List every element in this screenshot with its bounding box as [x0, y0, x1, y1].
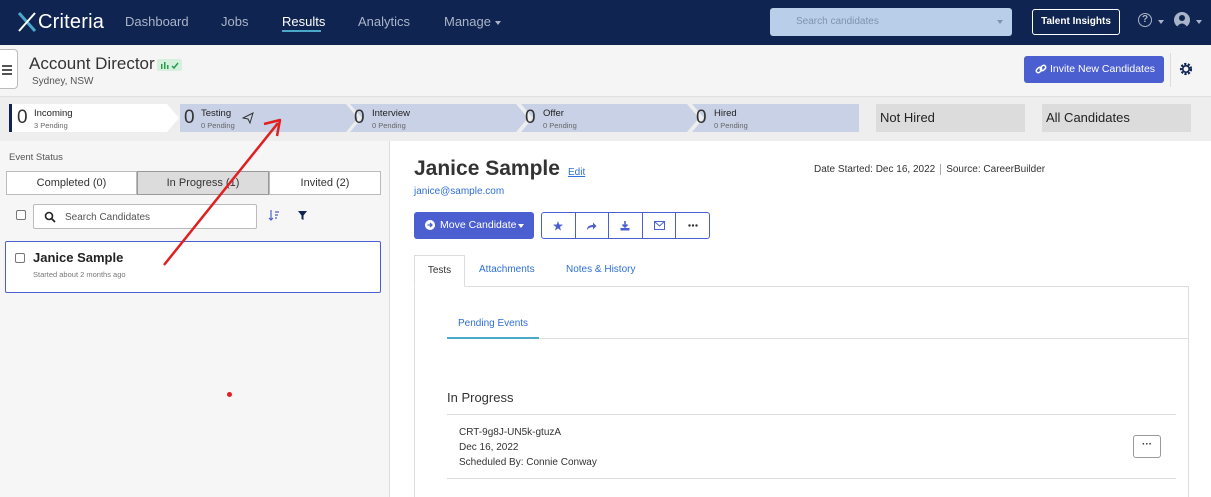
annotation-arrow: [163, 118, 282, 266]
